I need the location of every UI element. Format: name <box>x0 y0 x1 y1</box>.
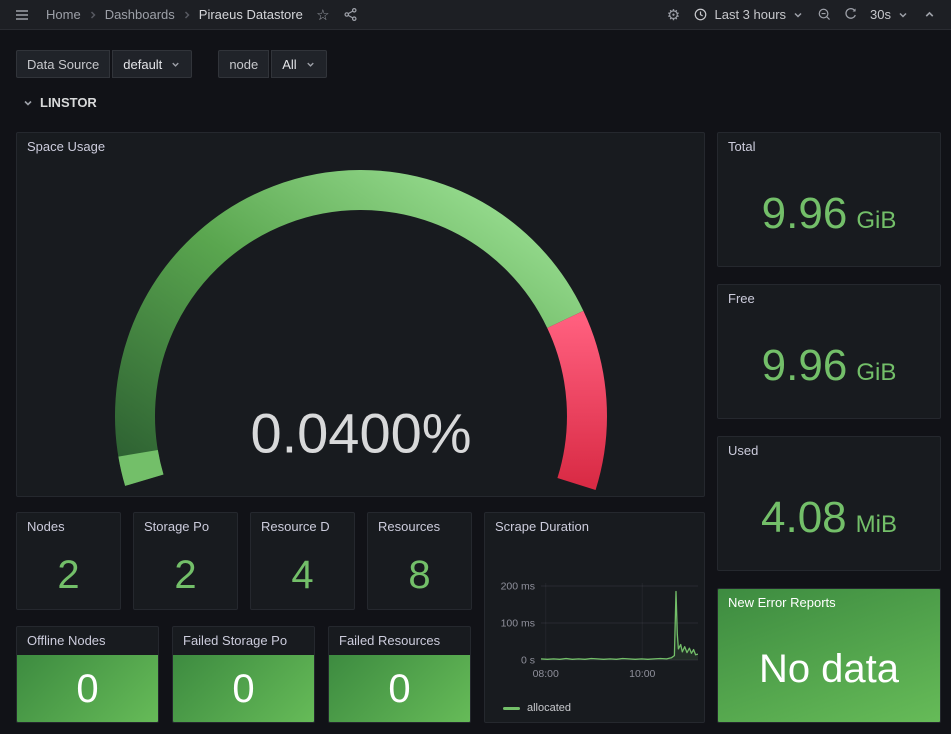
stat-value: 2 <box>174 555 196 595</box>
datasource-variable-select[interactable]: default <box>112 50 192 78</box>
refresh-icon <box>843 7 858 22</box>
chevron-down-icon <box>22 97 34 109</box>
zoom-out-icon <box>817 7 832 22</box>
datasource-variable-value: default <box>123 57 162 72</box>
stat-value: 2 <box>57 555 79 595</box>
row-header-linstor[interactable]: LINSTOR <box>16 94 103 111</box>
svg-text:0 s: 0 s <box>521 655 535 667</box>
datasource-variable-label: Data Source <box>16 50 110 78</box>
stat-value: 9.96 <box>762 192 848 236</box>
panel-storage-pools: Storage Po 2 <box>133 512 238 610</box>
nav-right-toolbar: ⚙ Last 3 hours 30s <box>661 3 941 27</box>
svg-text:200 ms: 200 ms <box>501 581 535 593</box>
panel-title: Scrape Duration <box>485 513 704 541</box>
gear-icon: ⚙ <box>667 6 680 24</box>
chevron-down-icon <box>305 59 316 70</box>
panel-offline-nodes: Offline Nodes 0 <box>16 626 159 723</box>
stat-value: 0 <box>388 669 410 709</box>
refresh-interval-picker[interactable]: 30s <box>864 3 915 27</box>
svg-text:100 ms: 100 ms <box>501 618 535 630</box>
panel-failed-storage-pools: Failed Storage Po 0 <box>172 626 315 723</box>
star-dashboard-button[interactable]: ☆ <box>311 3 335 27</box>
stat-value: 4 <box>291 555 313 595</box>
panel-resource-definitions: Resource D 4 <box>250 512 355 610</box>
hamburger-icon <box>14 7 30 23</box>
panel-title: Total <box>718 133 940 161</box>
breadcrumb-dashboards[interactable]: Dashboards <box>101 7 179 22</box>
panel-space-usage: Space Usage 0.0400% <box>16 132 705 497</box>
refresh-interval-label: 30s <box>870 7 891 22</box>
panel-title: Used <box>718 437 940 465</box>
space-usage-gauge: 0.0400% <box>17 161 704 496</box>
panel-title: Failed Storage Po <box>173 627 314 655</box>
breadcrumb-current-dashboard[interactable]: Piraeus Datastore <box>195 7 307 22</box>
panel-scrape-duration: Scrape Duration 08:00 10:00 200 ms 100 ms 0 … <box>484 512 705 723</box>
panel-failed-resources: Failed Resources 0 <box>328 626 471 723</box>
panel-title: New Error Reports <box>718 589 940 617</box>
hamburger-menu-button[interactable] <box>10 3 34 27</box>
chevron-down-icon <box>792 9 804 21</box>
stat-value-with-unit: 9.96 GiB <box>762 344 897 388</box>
breadcrumb-home[interactable]: Home <box>42 7 85 22</box>
top-navbar: Home Dashboards Piraeus Datastore ☆ ⚙ La… <box>0 0 951 30</box>
refresh-dashboard-button[interactable] <box>838 3 862 27</box>
row-title: LINSTOR <box>40 95 97 110</box>
svg-text:10:00: 10:00 <box>629 668 655 680</box>
panel-title: Storage Po <box>134 513 237 541</box>
panel-title: Resource D <box>251 513 354 541</box>
panel-title: Space Usage <box>17 133 704 161</box>
chevron-right-icon <box>87 9 99 21</box>
stat-value: 0 <box>76 669 98 709</box>
node-variable-label: node <box>218 50 269 78</box>
dashboard-settings-button[interactable]: ⚙ <box>661 3 685 27</box>
stat-value: 9.96 <box>762 344 848 388</box>
panel-title: Free <box>718 285 940 313</box>
dashboard-content: Data Source default node All LINSTOR <box>0 30 951 734</box>
chevron-down-icon <box>170 59 181 70</box>
stat-value-with-unit: 9.96 GiB <box>762 192 897 236</box>
stat-value: 4.08 <box>761 496 847 540</box>
zoom-out-time-range-button[interactable] <box>812 3 836 27</box>
panel-title: Failed Resources <box>329 627 470 655</box>
panel-title: Offline Nodes <box>17 627 158 655</box>
stat-value: 8 <box>408 555 430 595</box>
panel-resources: Resources 8 <box>367 512 472 610</box>
legend-item-allocated[interactable]: allocated <box>503 702 571 714</box>
gauge-value: 0.0400% <box>250 402 471 465</box>
time-range-picker[interactable]: Last 3 hours <box>687 3 810 27</box>
datasource-variable: Data Source default <box>16 50 192 78</box>
panel-new-error-reports: New Error Reports No data <box>717 588 941 723</box>
series-color-swatch <box>503 707 520 710</box>
chevron-down-icon <box>897 9 909 21</box>
chevron-right-icon <box>181 9 193 21</box>
no-data-text: No data <box>759 647 899 692</box>
panel-used: Used 4.08 MiB <box>717 436 941 571</box>
node-variable-value: All <box>282 57 296 72</box>
node-variable-select[interactable]: All <box>271 50 326 78</box>
variable-controls: Data Source default node All <box>16 50 327 78</box>
time-range-label: Last 3 hours <box>714 7 786 22</box>
scrape-duration-chart: 08:00 10:00 200 ms 100 ms 0 s <box>493 539 698 689</box>
stat-value-with-unit: 4.08 MiB <box>761 496 897 540</box>
svg-text:08:00: 08:00 <box>533 668 559 680</box>
chevron-up-icon <box>923 8 936 21</box>
collapse-controls-button[interactable] <box>917 3 941 27</box>
stat-value: 0 <box>232 669 254 709</box>
stat-unit: GiB <box>856 359 896 387</box>
panel-title: Resources <box>368 513 471 541</box>
panel-free: Free 9.96 GiB <box>717 284 941 419</box>
star-icon: ☆ <box>316 6 329 24</box>
share-dashboard-button[interactable] <box>339 3 363 27</box>
panel-title: Nodes <box>17 513 120 541</box>
stat-unit: GiB <box>856 207 896 235</box>
share-icon <box>343 7 358 22</box>
panel-nodes: Nodes 2 <box>16 512 121 610</box>
series-name: allocated <box>527 702 571 714</box>
breadcrumb: Home Dashboards Piraeus Datastore <box>42 7 307 22</box>
clock-icon <box>693 7 708 22</box>
panel-total: Total 9.96 GiB <box>717 132 941 267</box>
node-variable: node All <box>218 50 326 78</box>
stat-unit: MiB <box>856 511 897 539</box>
